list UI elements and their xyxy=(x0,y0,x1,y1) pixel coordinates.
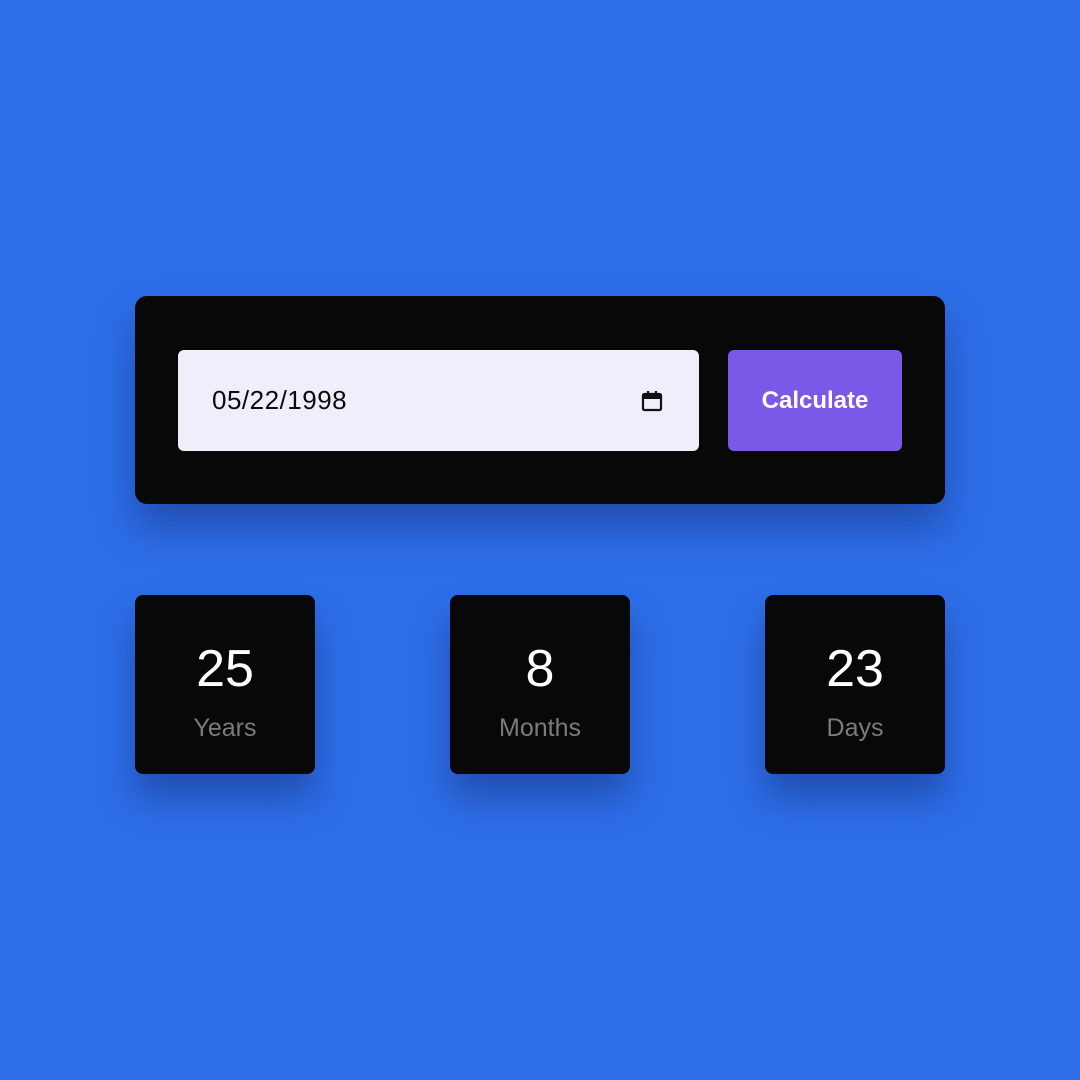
days-value: 23 xyxy=(826,640,884,698)
date-input-field[interactable]: 05/22/1998 xyxy=(178,350,699,451)
years-result-card: 25 Years xyxy=(135,595,315,774)
months-result-card: 8 Months xyxy=(450,595,630,774)
calendar-icon[interactable] xyxy=(641,390,663,412)
years-value: 25 xyxy=(196,640,254,698)
months-value: 8 xyxy=(525,640,555,698)
date-input-card: 05/22/1998 Calculate xyxy=(135,296,945,504)
calculate-button[interactable]: Calculate xyxy=(728,350,902,451)
months-label: Months xyxy=(499,714,581,742)
years-label: Years xyxy=(193,714,257,742)
age-calculator-page: 05/22/1998 Calculate 25 Years 8 Months 2… xyxy=(0,0,1080,1080)
days-label: Days xyxy=(826,714,884,742)
date-input-value: 05/22/1998 xyxy=(212,385,348,415)
days-result-card: 23 Days xyxy=(765,595,945,774)
